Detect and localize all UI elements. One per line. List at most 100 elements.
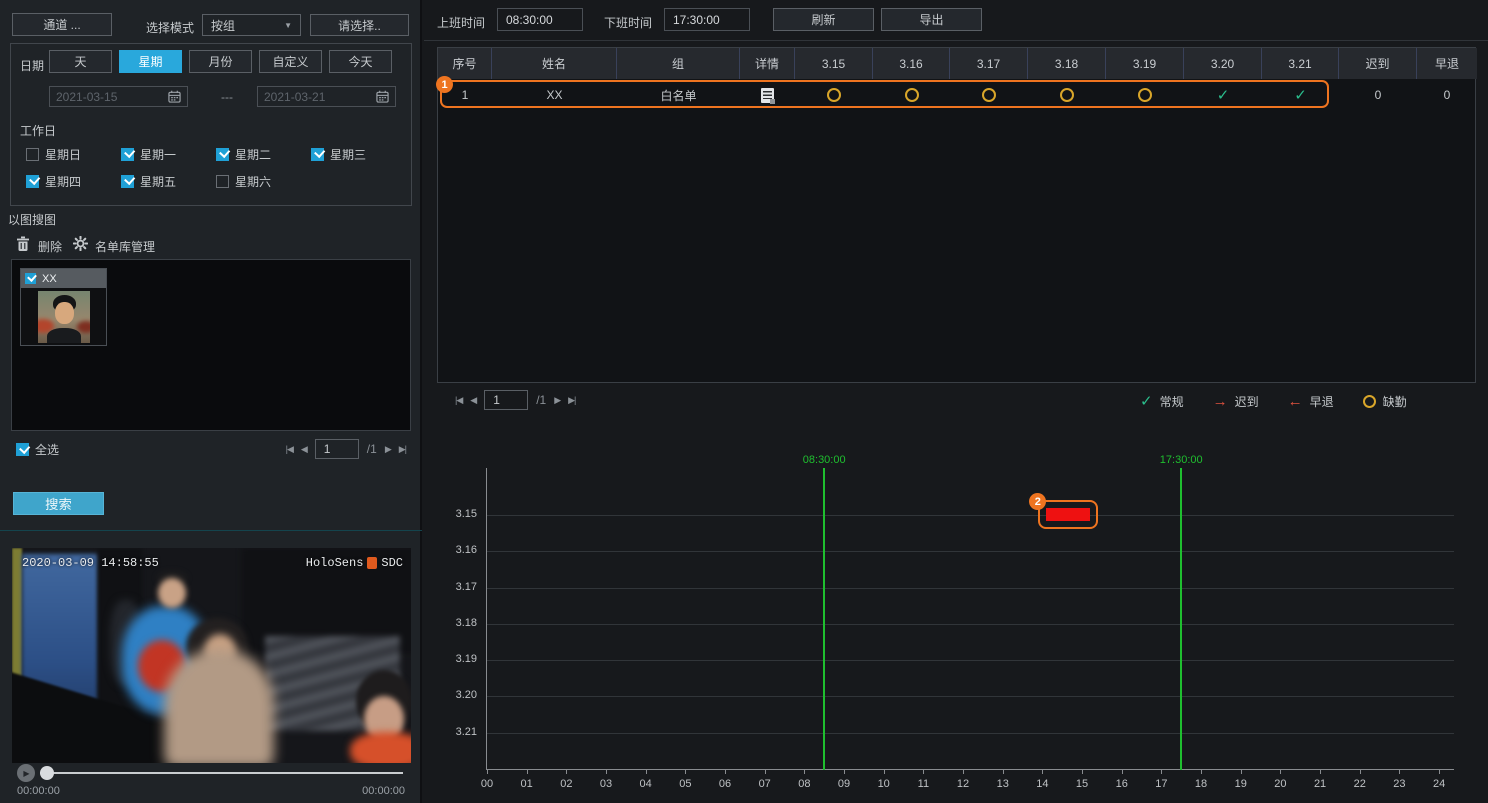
cell-4 [795, 88, 873, 102]
chart-row-label: 3.16 [425, 544, 477, 556]
trash-icon[interactable] [16, 236, 30, 251]
chart-gridline [487, 624, 1454, 625]
brand-logo-icon [367, 557, 377, 569]
chart-row-label: 3.20 [425, 689, 477, 701]
chart-gridline [487, 551, 1454, 552]
date-mode-button-3[interactable]: 自定义 [259, 50, 322, 73]
chart-tick [1399, 770, 1400, 774]
date-mode-button-4[interactable]: 今天 [329, 50, 392, 73]
chart-tick-label: 14 [1029, 778, 1055, 790]
select-all-label: 全选 [35, 441, 59, 458]
weekday-checkbox-5[interactable]: 星期五 [121, 173, 216, 189]
search-button[interactable]: 搜索 [13, 492, 104, 515]
choose-target-button[interactable]: 请选择.. [310, 14, 409, 36]
cell-3 [740, 88, 795, 103]
column-header-6: 3.17 [950, 48, 1028, 79]
weekday-checkbox-3[interactable]: 星期三 [311, 146, 406, 162]
weekday-label: 星期三 [330, 146, 366, 163]
arrow-left-icon: ← [1288, 394, 1303, 409]
weekday-checkbox-6[interactable]: 星期六 [216, 173, 311, 189]
chart-tick-label: 15 [1069, 778, 1095, 790]
prev-page-button[interactable]: ◀ [470, 395, 476, 406]
face-photo [38, 291, 90, 343]
last-page-button[interactable]: ▶| [568, 395, 575, 406]
work-end-input[interactable] [664, 8, 750, 31]
checkbox-icon[interactable] [26, 175, 39, 188]
chart-tick-label: 01 [514, 778, 540, 790]
channel-button[interactable]: 通道 ... [12, 13, 112, 36]
video-progress-track[interactable] [40, 772, 403, 774]
column-header-10: 3.21 [1262, 48, 1339, 79]
chart-tick [646, 770, 647, 774]
face-result-panel: XX [11, 259, 411, 431]
video-player[interactable]: 2020-03-09 14:58:55 HoloSens SDC [12, 548, 411, 763]
start-date-input[interactable]: 2021-03-15 [49, 86, 188, 107]
chart-tick [606, 770, 607, 774]
arrow-right-icon: → [1213, 394, 1228, 409]
end-date-input[interactable]: 2021-03-21 [257, 86, 396, 107]
chart-tick-label: 19 [1228, 778, 1254, 790]
prev-page-button[interactable]: ◀ [301, 444, 307, 455]
table-row[interactable]: 1XX白名单✓✓00 [438, 82, 1475, 108]
weekday-checkbox-2[interactable]: 星期二 [216, 146, 311, 162]
cell-6 [950, 88, 1028, 102]
play-button[interactable]: ▶ [17, 764, 35, 782]
checkbox-icon[interactable] [16, 443, 29, 456]
face-card-0[interactable]: XX [20, 268, 107, 346]
page-input[interactable] [315, 439, 359, 459]
select-mode-dropdown[interactable]: 按组 ▼ [202, 14, 301, 36]
last-page-button[interactable]: ▶| [399, 444, 406, 455]
chart-tick [1280, 770, 1281, 774]
checkbox-icon[interactable] [121, 175, 134, 188]
chart-tick-label: 00 [474, 778, 500, 790]
chart-tick-label: 07 [752, 778, 778, 790]
video-progress-handle[interactable] [40, 766, 54, 780]
next-page-button[interactable]: ▶ [554, 395, 560, 406]
table-pagination: |◀ ◀ /1 ▶ ▶| [455, 390, 575, 410]
legend-item-0: ✓常规 [1140, 393, 1184, 410]
chart-tick-label: 05 [672, 778, 698, 790]
select-all-checkbox[interactable]: 全选 [16, 441, 59, 458]
weekday-checkbox-1[interactable]: 星期一 [121, 146, 216, 162]
select-mode-label: 选择模式 [146, 19, 194, 36]
checkbox-icon[interactable] [216, 175, 229, 188]
weekday-label: 星期五 [140, 173, 176, 190]
checkbox-icon[interactable] [311, 148, 324, 161]
column-header-8: 3.19 [1106, 48, 1184, 79]
weekday-checkbox-0[interactable]: 星期日 [26, 146, 121, 162]
checkbox-icon[interactable] [216, 148, 229, 161]
chart-tick [1201, 770, 1202, 774]
checkbox-icon[interactable] [25, 273, 36, 284]
chart-tick [1122, 770, 1123, 774]
gear-icon[interactable] [73, 236, 88, 251]
detail-icon[interactable] [761, 88, 774, 103]
first-page-button[interactable]: |◀ [286, 444, 293, 455]
cell-8 [1106, 88, 1184, 102]
video-frame-decor [158, 578, 186, 608]
date-mode-button-2[interactable]: 月份 [189, 50, 252, 73]
face-library-button[interactable]: 名单库管理 [95, 238, 155, 255]
chart-tick [923, 770, 924, 774]
column-header-0: 序号 [438, 48, 492, 79]
refresh-button[interactable]: 刷新 [773, 8, 874, 31]
page-input[interactable] [484, 390, 528, 410]
delete-button[interactable]: 删除 [38, 238, 62, 255]
work-start-label: 上班时间 [437, 14, 485, 31]
work-start-input[interactable] [497, 8, 583, 31]
chart-gridline [487, 588, 1454, 589]
weekday-label: 星期四 [45, 173, 81, 190]
date-mode-button-1[interactable]: 星期 [119, 50, 182, 73]
check-icon: ✓ [1140, 394, 1153, 409]
first-page-button[interactable]: |◀ [455, 395, 462, 406]
column-header-2: 组 [617, 48, 740, 79]
chart-tick [487, 770, 488, 774]
column-header-5: 3.16 [873, 48, 950, 79]
export-button[interactable]: 导出 [881, 8, 982, 31]
checkbox-icon[interactable] [121, 148, 134, 161]
left-sidebar: 通道 ... 选择模式 按组 ▼ 请选择.. 日期 天星期月份自定义今天 202… [0, 0, 422, 803]
weekday-checkbox-4[interactable]: 星期四 [26, 173, 121, 189]
checkbox-icon[interactable] [26, 148, 39, 161]
date-mode-button-0[interactable]: 天 [49, 50, 112, 73]
next-page-button[interactable]: ▶ [385, 444, 391, 455]
face-card-header: XX [21, 269, 106, 288]
